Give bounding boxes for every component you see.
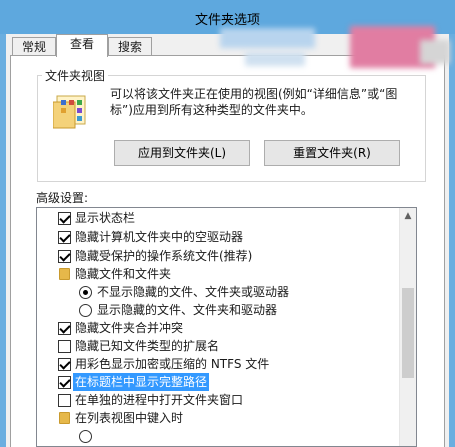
- radio-button[interactable]: [79, 430, 92, 443]
- advanced-settings-tree[interactable]: 显示状态栏 隐藏计算机文件夹中的空驱动器 隐藏受保护的操作系统文件(推荐) 隐藏…: [36, 207, 417, 447]
- advanced-settings-label: 高级设置:: [36, 191, 89, 205]
- scroll-thumb[interactable]: [402, 288, 414, 378]
- checkbox[interactable]: [58, 212, 71, 225]
- tab-view[interactable]: 查看: [56, 34, 108, 57]
- apply-to-folders-button[interactable]: 应用到文件夹(L): [114, 140, 250, 166]
- radio-button[interactable]: [79, 304, 92, 317]
- vertical-scrollbar[interactable]: ▲: [399, 208, 416, 446]
- scroll-up-icon[interactable]: ▲: [400, 208, 416, 225]
- blurred-region: [220, 28, 315, 48]
- radio-button[interactable]: [79, 286, 92, 299]
- checkbox[interactable]: [58, 358, 71, 371]
- blurred-region: [245, 52, 305, 66]
- folder-icon: [59, 268, 70, 280]
- checkbox[interactable]: [58, 340, 71, 353]
- reset-folders-button[interactable]: 重置文件夹(R): [264, 140, 400, 166]
- folder-view-icon: [53, 95, 86, 129]
- folder-views-label: 文件夹视图: [42, 67, 109, 84]
- checkbox[interactable]: [58, 376, 71, 389]
- tab-search[interactable]: 搜索: [108, 37, 152, 57]
- checkbox[interactable]: [58, 250, 71, 263]
- blurred-region: [420, 40, 450, 64]
- folder-views-description: 可以将该文件夹正在使用的视图(例如“详细信息”或“图 标”)应用到所有这种类型的…: [110, 87, 398, 117]
- tab-general[interactable]: 常规: [12, 37, 56, 57]
- checkbox[interactable]: [58, 322, 71, 335]
- checkbox[interactable]: [58, 394, 71, 407]
- checkbox[interactable]: [58, 231, 71, 244]
- folder-icon: [59, 412, 70, 424]
